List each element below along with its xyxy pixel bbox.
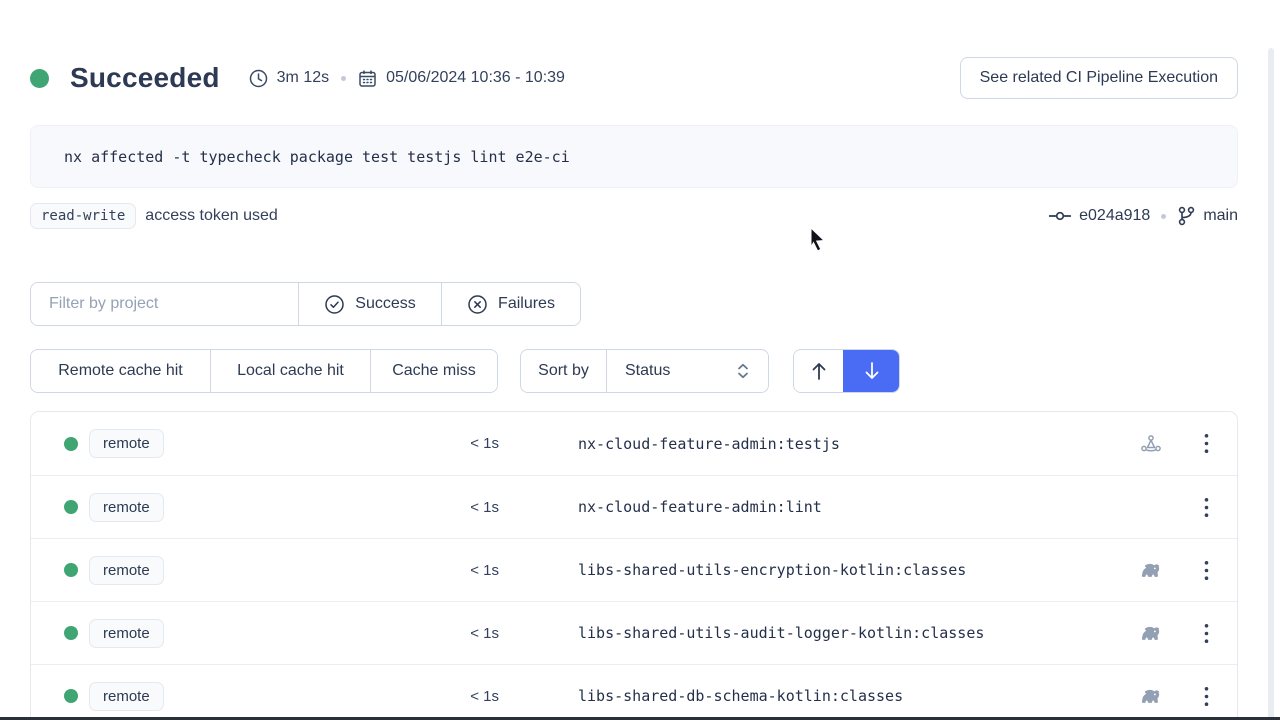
page-title: Succeeded [70, 62, 220, 94]
task-duration: < 1s [189, 688, 499, 705]
task-menu-kebab-icon[interactable] [1175, 623, 1237, 644]
sort-selected-value: Status [625, 362, 670, 380]
task-menu-kebab-icon[interactable] [1175, 433, 1237, 454]
sort-group: Sort by Status [520, 349, 769, 393]
run-details-page: Succeeded 3m 12s 05/06/2024 10:36 - [0, 0, 1280, 720]
task-duration: < 1s [189, 499, 499, 516]
remote-cache-hit-button[interactable]: Remote cache hit [31, 350, 210, 392]
failures-filter-button[interactable]: Failures [441, 283, 580, 325]
run-date-range: 05/06/2024 10:36 - 10:39 [386, 69, 565, 87]
project-filter-group: Success Failures [30, 282, 581, 326]
task-name[interactable]: libs-shared-utils-encryption-kotlin:clas… [578, 561, 1127, 579]
task-duration: < 1s [189, 435, 499, 452]
arrow-up-icon [809, 360, 829, 382]
calendar-icon [358, 69, 377, 88]
sort-status-select[interactable]: Status [606, 350, 768, 392]
cache-source-badge: remote [89, 619, 164, 648]
cache-source-badge: remote [89, 682, 164, 711]
failures-filter-label: Failures [498, 295, 555, 313]
chevron-up-down-icon [736, 362, 750, 380]
git-branch-icon [1177, 206, 1195, 226]
local-cache-hit-button[interactable]: Local cache hit [210, 350, 370, 392]
task-status-dot [64, 626, 78, 640]
sort-by-label: Sort by [521, 350, 606, 392]
task-status-dot [64, 437, 78, 451]
check-circle-icon [324, 294, 345, 315]
see-related-ci-pipeline-button[interactable]: See related CI Pipeline Execution [960, 57, 1238, 99]
cache-miss-button[interactable]: Cache miss [370, 350, 497, 392]
commit-icon [1049, 209, 1071, 223]
command-text: nx affected -t typecheck package test te… [64, 148, 570, 166]
task-name[interactable]: libs-shared-db-schema-kotlin:classes [578, 687, 1127, 705]
status-success-dot [30, 69, 49, 88]
task-status-dot [64, 500, 78, 514]
arrow-down-icon [862, 360, 882, 382]
sort-row: Remote cache hit Local cache hit Cache m… [30, 349, 1238, 393]
gradle-icon [1138, 623, 1164, 643]
gradle-icon [1138, 686, 1164, 706]
access-token-badge: read-write [30, 203, 136, 229]
task-name[interactable]: nx-cloud-feature-admin:testjs [578, 435, 1127, 453]
task-status-dot [64, 563, 78, 577]
task-menu-kebab-icon[interactable] [1175, 560, 1237, 581]
sort-ascending-button[interactable] [794, 350, 843, 392]
access-token-text: access token used [145, 207, 278, 225]
task-row[interactable]: remote < 1s nx-cloud-feature-admin:testj… [31, 412, 1237, 475]
task-name[interactable]: nx-cloud-feature-admin:lint [578, 498, 1127, 516]
task-duration: < 1s [189, 562, 499, 579]
cache-source-badge: remote [89, 493, 164, 522]
task-menu-kebab-icon[interactable] [1175, 686, 1237, 707]
filter-row: Success Failures [30, 282, 1238, 326]
run-meta: 3m 12s 05/06/2024 10:36 - 10:39 [249, 69, 565, 88]
clock-icon [249, 69, 268, 88]
run-duration: 3m 12s [277, 69, 329, 87]
vcs-info: e024a918 main [1049, 206, 1238, 226]
commit-sha[interactable]: e024a918 [1079, 207, 1150, 225]
jest-icon [1139, 432, 1163, 456]
task-duration: < 1s [189, 625, 499, 642]
branch-name[interactable]: main [1203, 207, 1238, 225]
x-circle-icon [467, 294, 488, 315]
gradle-icon [1138, 560, 1164, 580]
task-status-dot [64, 689, 78, 703]
task-name[interactable]: libs-shared-utils-audit-logger-kotlin:cl… [578, 624, 1127, 642]
success-filter-button[interactable]: Success [298, 283, 441, 325]
separator-dot [1161, 214, 1166, 219]
task-list: remote < 1s nx-cloud-feature-admin:testj… [30, 411, 1238, 720]
sort-descending-button[interactable] [843, 350, 899, 392]
cache-source-badge: remote [89, 556, 164, 585]
filter-by-project-input[interactable] [31, 283, 298, 325]
cache-filter-group: Remote cache hit Local cache hit Cache m… [30, 349, 498, 393]
task-row[interactable]: remote < 1s libs-shared-utils-encryption… [31, 538, 1237, 601]
command-block: nx affected -t typecheck package test te… [30, 125, 1238, 188]
run-header: Succeeded 3m 12s 05/06/2024 10:36 - [30, 56, 1238, 100]
sort-direction-group [793, 349, 900, 393]
success-filter-label: Success [355, 295, 415, 313]
task-row[interactable]: remote < 1s libs-shared-utils-audit-logg… [31, 601, 1237, 664]
cache-source-badge: remote [89, 429, 164, 458]
task-menu-kebab-icon[interactable] [1175, 497, 1237, 518]
token-row: read-write access token used e024a918 [30, 203, 1238, 229]
task-row[interactable]: remote < 1s libs-shared-db-schema-kotlin… [31, 664, 1237, 720]
separator-dot [341, 76, 346, 81]
vertical-scrollbar[interactable] [1268, 48, 1274, 720]
task-row[interactable]: remote < 1s nx-cloud-feature-admin:lint [31, 475, 1237, 538]
